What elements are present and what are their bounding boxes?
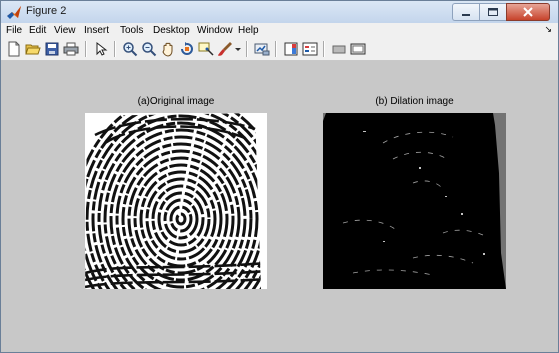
rotate-3d-icon[interactable]: [179, 41, 195, 57]
pan-hand-icon[interactable]: [160, 41, 176, 57]
menu-view[interactable]: View: [54, 25, 76, 36]
maximize-icon: [488, 8, 498, 16]
window-title: Figure 2: [26, 5, 67, 17]
hide-plot-tools-icon[interactable]: [331, 41, 347, 57]
zoom-in-icon[interactable]: [122, 41, 138, 57]
window-controls: [452, 3, 550, 21]
menu-desktop[interactable]: Desktop: [153, 25, 190, 36]
right-image-title: (b) Dilation image: [375, 96, 454, 107]
save-icon[interactable]: [44, 41, 60, 57]
close-icon: [523, 7, 533, 17]
close-button[interactable]: [506, 3, 550, 21]
figure-window: Figure 2 File Edit View Insert Tools Des…: [0, 0, 559, 353]
edit-plot-arrow-icon[interactable]: [93, 41, 109, 57]
show-plot-tools-icon[interactable]: [350, 41, 366, 57]
menu-help[interactable]: Help: [238, 25, 259, 36]
minimize-icon: [462, 14, 470, 16]
menu-insert[interactable]: Insert: [84, 25, 109, 36]
menu-edit[interactable]: Edit: [29, 25, 46, 36]
dock-arrow-icon[interactable]: ↘: [544, 24, 552, 35]
data-cursor-icon[interactable]: [198, 41, 214, 57]
toolbar-separator: [246, 41, 248, 57]
figure-toolbar: [1, 38, 558, 61]
zoom-out-icon[interactable]: [141, 41, 157, 57]
dropdown-arrow-icon[interactable]: [234, 41, 242, 57]
original-fingerprint-image: [85, 113, 267, 289]
maximize-button[interactable]: [479, 3, 506, 21]
title-bar[interactable]: Figure 2: [1, 1, 558, 23]
dilation-result-image: [323, 113, 506, 289]
menu-file[interactable]: File: [6, 25, 22, 36]
toolbar-separator: [275, 41, 277, 57]
menu-bar: File Edit View Insert Tools Desktop Wind…: [1, 23, 558, 38]
menu-tools[interactable]: Tools: [120, 25, 143, 36]
legend-icon[interactable]: [302, 41, 318, 57]
link-plot-icon[interactable]: [254, 41, 270, 57]
new-figure-icon[interactable]: [6, 41, 22, 57]
minimize-button[interactable]: [452, 3, 479, 21]
toolbar-separator: [323, 41, 325, 57]
open-file-icon[interactable]: [25, 41, 41, 57]
print-icon[interactable]: [63, 41, 79, 57]
brush-icon[interactable]: [217, 41, 233, 57]
menu-window[interactable]: Window: [197, 25, 233, 36]
figure-canvas: (a)Original image (b) Dilation image: [1, 61, 558, 352]
left-image-title: (a)Original image: [137, 96, 215, 107]
matlab-logo-icon: [7, 6, 21, 19]
toolbar-separator: [85, 41, 87, 57]
colorbar-icon[interactable]: [283, 41, 299, 57]
toolbar-separator: [114, 41, 116, 57]
